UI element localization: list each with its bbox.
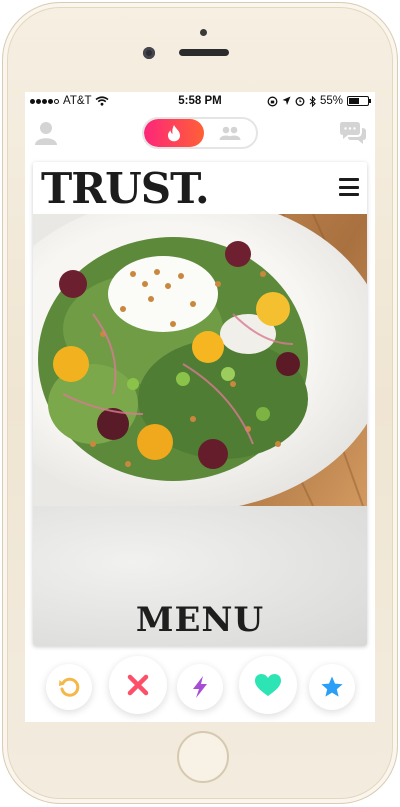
boost-button[interactable] xyxy=(177,664,223,710)
food-photo xyxy=(33,214,367,506)
messages-button[interactable] xyxy=(339,120,367,146)
battery-percent: 55% xyxy=(319,95,343,107)
rewind-button[interactable] xyxy=(46,664,92,710)
tab-groups[interactable] xyxy=(204,119,256,147)
super-like-button[interactable] xyxy=(309,664,355,710)
super-like-icon xyxy=(321,676,343,697)
like-button[interactable] xyxy=(239,656,297,714)
earpiece-speaker xyxy=(179,49,229,56)
nope-icon xyxy=(127,674,149,696)
app-top-bar xyxy=(25,112,375,156)
hamburger-menu-icon xyxy=(339,178,359,196)
brand-logo: TRUST. xyxy=(41,164,210,213)
profile-card[interactable]: TRUST. MENU xyxy=(33,162,367,646)
flame-icon xyxy=(168,125,180,142)
front-camera xyxy=(143,47,155,59)
action-bar xyxy=(25,652,375,714)
home-button[interactable] xyxy=(177,731,229,783)
group-icon xyxy=(219,126,241,140)
menu-heading: MENU xyxy=(135,600,265,640)
chat-bubbles-icon xyxy=(340,122,366,144)
status-bar: AT&T 5:58 PM 55% xyxy=(25,92,375,112)
rotation-lock-icon xyxy=(267,96,278,106)
alarm-icon xyxy=(295,97,305,106)
location-icon xyxy=(282,96,291,105)
proximity-sensor xyxy=(200,29,207,36)
like-icon xyxy=(255,674,281,696)
nope-button[interactable] xyxy=(109,656,167,714)
profile-button[interactable] xyxy=(33,120,59,146)
bluetooth-icon xyxy=(309,95,316,107)
card-header: TRUST. xyxy=(33,162,367,214)
profile-icon xyxy=(35,122,57,145)
tab-discover[interactable] xyxy=(144,119,204,147)
boost-icon xyxy=(193,676,207,698)
mode-toggle[interactable] xyxy=(142,117,258,149)
menu-banner: MENU xyxy=(33,506,367,646)
app-screen: AT&T 5:58 PM 55% TRUST. MENU xyxy=(25,92,375,722)
battery-icon xyxy=(347,96,371,106)
rewind-icon xyxy=(59,677,80,697)
salad-bowl-image xyxy=(33,214,367,506)
